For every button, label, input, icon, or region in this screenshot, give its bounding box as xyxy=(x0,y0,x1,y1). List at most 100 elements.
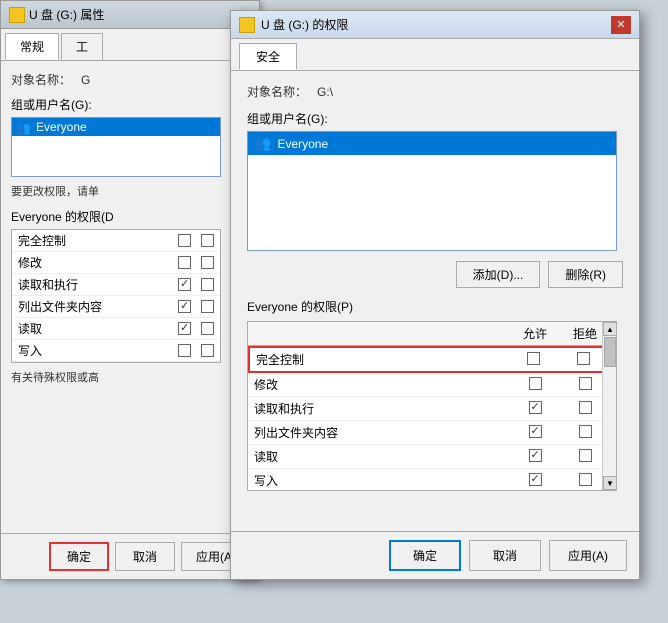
bg-deny-3[interactable] xyxy=(201,300,214,313)
deny-checkbox-2[interactable] xyxy=(579,401,592,414)
bg-perm-checks-1 xyxy=(178,256,214,269)
perm-table-container: 允许 拒绝 完全控制 修改 xyxy=(247,321,617,491)
user-icon: 👥 xyxy=(254,135,271,152)
perm-table-header: 允许 拒绝 xyxy=(248,322,616,346)
bg-perm-row-1: 修改 xyxy=(12,252,220,274)
bg-content: 对象名称： G 组或用户名(G): 👥 Everyone 要更改权限，请单 Ev… xyxy=(1,61,259,397)
deny-checkbox-0[interactable] xyxy=(577,352,590,365)
deny-checkbox-1[interactable] xyxy=(579,377,592,390)
bg-perm-name-4: 读取 xyxy=(18,320,178,337)
bg-perm-checks-3 xyxy=(178,300,214,313)
perm-deny-0 xyxy=(558,352,608,368)
perm-row-5: 写入 xyxy=(248,469,616,491)
allow-checkbox-2[interactable] xyxy=(529,401,542,414)
dialog-content: 对象名称： G:\ 组或用户名(G): 👥 Everyone 添加(D)... … xyxy=(231,71,639,503)
bg-tab-general[interactable]: 常规 xyxy=(5,33,59,60)
bg-deny-4[interactable] xyxy=(201,322,214,335)
main-dialog: U 盘 (G:) 的权限 ✕ 安全 对象名称： G:\ 组或用户名(G): 👥 … xyxy=(230,10,640,580)
allow-checkbox-4[interactable] xyxy=(529,449,542,462)
dialog-footer: 确定 取消 应用(A) xyxy=(231,531,639,579)
object-value: G:\ xyxy=(317,85,333,99)
dialog-tab-security[interactable]: 安全 xyxy=(239,43,297,70)
bg-perm-name-5: 写入 xyxy=(18,342,178,359)
bg-object-row: 对象名称： G xyxy=(11,71,249,88)
bg-deny-5[interactable] xyxy=(201,344,214,357)
perm-section-label: Everyone 的权限(P) xyxy=(247,298,623,315)
perm-allow-0 xyxy=(508,352,558,368)
object-row: 对象名称： G:\ xyxy=(247,83,623,100)
bg-perm-checks-0 xyxy=(178,234,214,247)
bg-perm-table: 完全控制 修改 读取和执行 xyxy=(11,229,221,363)
bg-tabs: 常规 工 xyxy=(1,29,259,61)
bg-deny-2[interactable] xyxy=(201,278,214,291)
user-btn-row: 添加(D)... 删除(R) xyxy=(247,261,623,288)
allow-checkbox-0[interactable] xyxy=(527,352,540,365)
cancel-button[interactable]: 取消 xyxy=(469,540,541,571)
perm-name-4: 读取 xyxy=(254,448,510,465)
bg-perm-checks-4 xyxy=(178,322,214,335)
dialog-close-button[interactable]: ✕ xyxy=(611,16,631,34)
bg-user-icon: 👥 xyxy=(16,121,32,133)
bg-allow-2[interactable] xyxy=(178,278,191,291)
bg-allow-3[interactable] xyxy=(178,300,191,313)
allow-checkbox-1[interactable] xyxy=(529,377,542,390)
bg-deny-1[interactable] xyxy=(201,256,214,269)
bg-ok-button[interactable]: 确定 xyxy=(49,542,109,571)
bg-perm-row-0: 完全控制 xyxy=(12,230,220,252)
bg-allow-5[interactable] xyxy=(178,344,191,357)
bg-perm-row-3: 列出文件夹内容 xyxy=(12,296,220,318)
bg-notice: 要更改权限，请单 xyxy=(11,185,249,200)
bg-titlebar: U 盘 (G:) 属性 xyxy=(1,1,259,29)
perm-col-name-header xyxy=(254,325,510,342)
perm-allow-1 xyxy=(510,377,560,393)
deny-checkbox-5[interactable] xyxy=(579,473,592,486)
bg-object-value: G xyxy=(81,73,90,87)
bg-deny-0[interactable] xyxy=(201,234,214,247)
apply-button[interactable]: 应用(A) xyxy=(549,540,627,571)
bg-cancel-button[interactable]: 取消 xyxy=(115,542,175,571)
scroll-down-arrow[interactable]: ▼ xyxy=(603,476,617,490)
perm-name-5: 写入 xyxy=(254,472,510,489)
perm-allow-4 xyxy=(510,449,560,465)
drive-icon xyxy=(9,7,25,23)
user-list-box[interactable]: 👥 Everyone xyxy=(247,131,617,251)
perm-row-3: 列出文件夹内容 xyxy=(248,421,616,445)
perm-name-2: 读取和执行 xyxy=(254,400,510,417)
scrollbar-thumb[interactable] xyxy=(604,337,616,367)
deny-checkbox-3[interactable] xyxy=(579,425,592,438)
perm-name-1: 修改 xyxy=(254,376,510,393)
perm-allow-3 xyxy=(510,425,560,441)
object-label: 对象名称： xyxy=(247,83,317,100)
perm-row-1: 修改 xyxy=(248,373,616,397)
bg-perm-row-4: 读取 xyxy=(12,318,220,340)
deny-checkbox-4[interactable] xyxy=(579,449,592,462)
bg-footer: 确定 取消 应用(A) xyxy=(1,533,259,579)
allow-checkbox-3[interactable] xyxy=(529,425,542,438)
user-list-item-everyone[interactable]: 👥 Everyone xyxy=(248,132,616,155)
remove-button[interactable]: 删除(R) xyxy=(548,261,623,288)
bg-allow-1[interactable] xyxy=(178,256,191,269)
dialog-title-drive-icon xyxy=(239,17,255,33)
perm-row-2: 读取和执行 xyxy=(248,397,616,421)
bg-perm-row-5: 写入 xyxy=(12,340,220,362)
allow-checkbox-5[interactable] xyxy=(529,473,542,486)
bg-tab-tools[interactable]: 工 xyxy=(61,33,103,60)
dialog-titlebar: U 盘 (G:) 的权限 ✕ xyxy=(231,11,639,39)
user-name: Everyone xyxy=(277,137,328,151)
add-button[interactable]: 添加(D)... xyxy=(456,261,541,288)
bg-allow-4[interactable] xyxy=(178,322,191,335)
perm-allow-5 xyxy=(510,473,560,489)
scroll-up-arrow[interactable]: ▲ xyxy=(603,322,617,336)
dialog-tabs: 安全 xyxy=(231,39,639,71)
ok-button[interactable]: 确定 xyxy=(389,540,461,571)
bg-allow-0[interactable] xyxy=(178,234,191,247)
bg-perm-name-1: 修改 xyxy=(18,254,178,271)
bg-notice2: 有关待殊权限或高 xyxy=(11,371,249,386)
bg-user-list: 👥 Everyone xyxy=(11,117,221,177)
bg-perm-name-3: 列出文件夹内容 xyxy=(18,298,178,315)
bg-user-item[interactable]: 👥 Everyone xyxy=(12,118,220,136)
bg-user-name: Everyone xyxy=(36,120,87,134)
perm-row-4: 读取 xyxy=(248,445,616,469)
bg-group-label: 组或用户名(G): xyxy=(11,96,249,113)
scrollbar-track[interactable]: ▲ ▼ xyxy=(602,322,616,490)
